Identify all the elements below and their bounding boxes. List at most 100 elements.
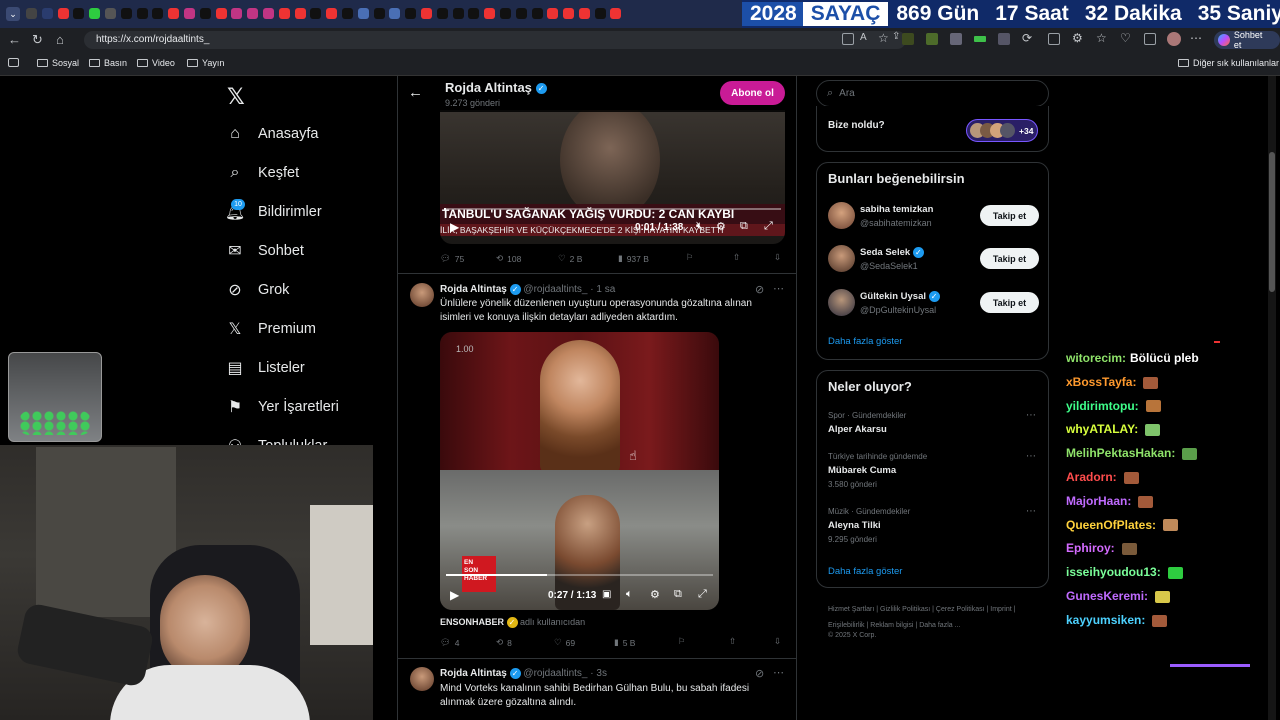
app-icon[interactable] [842, 33, 854, 45]
collections-icon[interactable] [1144, 33, 1156, 45]
avatar[interactable] [410, 283, 434, 307]
tab-favicon-icon[interactable] [452, 8, 464, 19]
bookmark-video[interactable]: Video [137, 58, 175, 68]
sidebar-item-lists[interactable]: ▤ Listeler [226, 359, 304, 377]
home-icon[interactable]: ⌂ [56, 32, 64, 47]
play-icon[interactable]: ▶ [450, 220, 459, 234]
tab-favicon-icon[interactable] [41, 8, 53, 19]
suggestion-name[interactable]: sabiha temizkan [860, 204, 933, 215]
tab-favicon-icon[interactable] [499, 8, 511, 19]
footer-link[interactable]: Imprint [990, 606, 1011, 613]
play-icon[interactable]: ▶ [450, 588, 459, 602]
tab-favicon-icon[interactable] [294, 8, 306, 19]
tab-favicon-icon[interactable] [468, 8, 480, 19]
share-icon[interactable]: ⇧ [733, 252, 740, 263]
tab-favicon-icon[interactable] [326, 8, 338, 19]
avatar[interactable] [828, 289, 855, 316]
settings-icon[interactable]: ⚙ [650, 588, 660, 601]
repost-button[interactable]: ⟲ 8 [496, 637, 512, 648]
avatar[interactable] [828, 245, 855, 272]
tab-favicon-icon[interactable] [57, 8, 69, 19]
tab-favicon-icon[interactable] [436, 8, 448, 19]
avatar[interactable] [828, 202, 855, 229]
extension-icon[interactable] [950, 33, 962, 45]
tab-favicon-icon[interactable] [136, 8, 148, 19]
volume-icon[interactable]: 🔈︎ [626, 588, 633, 601]
tweet-time[interactable]: 1 sa [596, 284, 615, 295]
spaces-participants[interactable]: +34 [966, 119, 1038, 142]
back-arrow-icon[interactable]: ← [408, 84, 423, 101]
pip-icon[interactable]: ⧉ [674, 588, 682, 601]
footer-link[interactable]: Erişilebilirlik [828, 622, 865, 629]
follow-button[interactable]: Takip et [980, 248, 1039, 269]
profile-avatar[interactable] [1167, 32, 1181, 46]
more-icon[interactable]: ⋯ [1026, 506, 1036, 517]
video-progress[interactable] [444, 208, 781, 210]
tab-favicon-icon[interactable] [515, 8, 527, 19]
sidebar-item-bookmarks[interactable]: ⚑ Yer İşaretleri [226, 398, 339, 416]
tab-favicon-icon[interactable] [594, 8, 606, 19]
tab-favicon-icon[interactable] [231, 8, 243, 19]
subscribe-button[interactable]: Abone ol [720, 81, 785, 105]
footer-link[interactable]: Çerez Politikası [936, 606, 985, 613]
bookmark-basin[interactable]: Basın [89, 58, 127, 68]
tab-favicon-icon[interactable] [531, 8, 543, 19]
grok-icon[interactable]: ⊘ [755, 667, 764, 680]
captions-icon[interactable]: ▣ [602, 589, 611, 600]
tab-favicon-icon[interactable] [373, 8, 385, 19]
grok-icon[interactable]: ⊘ [755, 283, 764, 296]
tab-favicon-icon[interactable] [104, 8, 116, 19]
tab-favicon-icon[interactable] [341, 8, 353, 19]
tab-favicon-icon[interactable] [547, 8, 559, 19]
split-screen-icon[interactable] [1048, 33, 1060, 45]
video-player[interactable]: TANBUL'U SAĞANAK YAĞIŞ VURDU: 2 CAN KAYB… [440, 110, 785, 244]
sidebar-item-premium[interactable]: 𝕏 Premium [226, 320, 316, 338]
trend-title[interactable]: Mübarek Cuma [828, 465, 896, 476]
copilot-button[interactable]: Sohbet et [1214, 30, 1280, 50]
tab-favicon-icon[interactable] [563, 8, 575, 19]
tab-favicons[interactable] [26, 6, 626, 19]
video-progress[interactable] [446, 574, 713, 576]
tab-menu-icon[interactable]: ⌄ [6, 7, 20, 21]
more-icon[interactable]: ⋯ [773, 666, 784, 679]
extension-icon[interactable] [974, 36, 986, 42]
tab-favicon-icon[interactable] [405, 8, 417, 19]
tab-favicon-icon[interactable] [215, 8, 227, 19]
tab-favicon-icon[interactable] [310, 8, 322, 19]
follow-button[interactable]: Takip et [980, 292, 1039, 313]
tab-favicon-icon[interactable] [357, 8, 369, 19]
tab-favicon-icon[interactable] [152, 8, 164, 19]
pip-icon[interactable]: ⧉ [740, 220, 748, 233]
tab-favicon-icon[interactable] [247, 8, 259, 19]
footer-link[interactable]: Daha fazla ... [919, 622, 960, 629]
bookmark-icon[interactable]: ⚐ [686, 252, 694, 263]
author-handle[interactable]: @rojdaaltints_ [523, 668, 587, 679]
tab-favicon-icon[interactable] [484, 8, 496, 19]
footer-link[interactable]: Hizmet Şartları [828, 606, 874, 613]
tab-favicon-icon[interactable] [262, 8, 274, 19]
refresh-ext-icon[interactable]: ⟳ [1022, 31, 1032, 45]
back-icon[interactable]: ← [8, 32, 21, 47]
like-button[interactable]: ♡ 69 [554, 637, 575, 648]
favorites-icon[interactable]: ☆ [1096, 31, 1107, 45]
more-icon[interactable]: ⋯ [1026, 410, 1036, 421]
share-icon[interactable]: ⇪ [892, 31, 900, 42]
reload-icon[interactable]: ↻ [32, 32, 43, 48]
url-input[interactable]: https://x.com/rojdaaltints_ [84, 31, 906, 49]
tab-favicon-icon[interactable] [183, 8, 195, 19]
tab-favicon-icon[interactable] [578, 8, 590, 19]
footer-link[interactable]: Reklam bilgisi [870, 622, 913, 629]
heart-icon[interactable]: ♡ [1120, 31, 1131, 45]
show-more-link[interactable]: Daha fazla göster [828, 566, 902, 577]
tab-favicon-icon[interactable] [610, 8, 622, 19]
sidebar-item-grok[interactable]: ⊘ Grok [226, 281, 289, 299]
reply-button[interactable]: 💬︎ 75 [440, 253, 464, 264]
show-more-link[interactable]: Daha fazla göster [828, 336, 902, 347]
tab-favicon-icon[interactable] [420, 8, 432, 19]
settings-icon[interactable]: ⚙ [716, 220, 726, 233]
views-button[interactable]: ▮ 937 B [618, 253, 649, 264]
tab-favicon-icon[interactable] [120, 8, 132, 19]
sidebar-item-explore[interactable]: ⌕ Keşfet [226, 164, 300, 182]
scrollbar[interactable] [1268, 76, 1276, 720]
like-button[interactable]: ♡ 2 B [558, 253, 582, 264]
